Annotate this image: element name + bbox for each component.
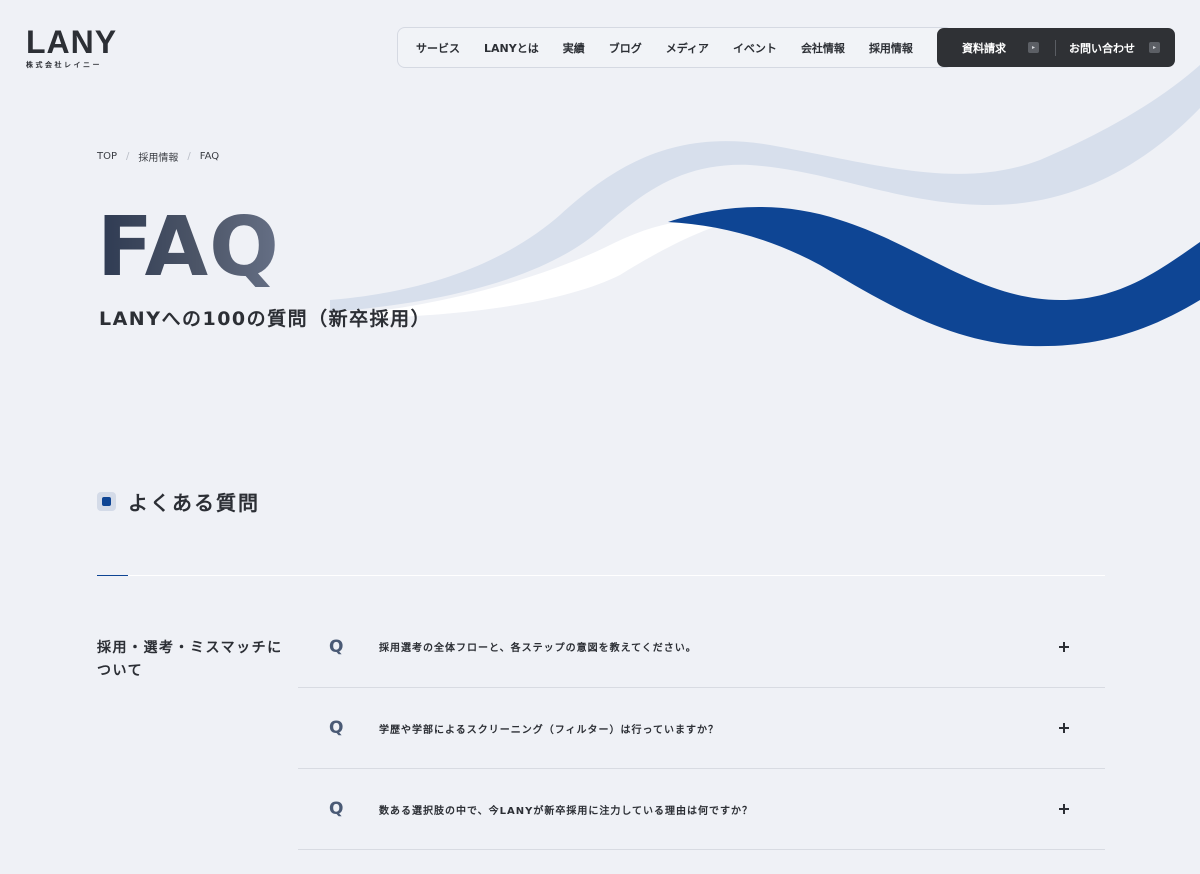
plus-icon[interactable]: [1059, 804, 1069, 814]
cta-group: 資料請求 ▸ お問い合わせ ▸: [937, 28, 1175, 67]
global-nav: サービス LANYとは 実績 ブログ メディア イベント 会社情報 採用情報: [397, 27, 953, 68]
page-subtitle: LANYへの100の質問（新卒採用）: [99, 308, 432, 330]
faq-question: 学歴や学部によるスクリーニング（フィルター）は行っていますか？: [379, 724, 719, 736]
section-heading: よくある質問: [97, 487, 260, 516]
faq-item[interactable]: Q 数ある選択肢の中で、今LANYが新卒採用に注力している理由は何ですか？: [298, 769, 1105, 850]
plus-icon[interactable]: [1059, 723, 1069, 733]
section-divider-accent: [97, 575, 128, 576]
nav-item-works[interactable]: 実績: [563, 40, 585, 56]
breadcrumb-top[interactable]: TOP: [97, 151, 117, 162]
faq-item[interactable]: Q 学歴や学部によるスクリーニング（フィルター）は行っていますか？: [298, 688, 1105, 769]
question-mark-label: Q: [329, 718, 344, 738]
faq-category-title: 採用・選考・ミスマッチについて: [97, 640, 283, 679]
arrow-icon: ▸: [1149, 42, 1160, 53]
arrow-icon: ▸: [1028, 42, 1039, 53]
nav-item-blog[interactable]: ブログ: [609, 40, 642, 56]
contact-button[interactable]: お問い合わせ ▸: [1056, 28, 1160, 67]
question-mark-label: Q: [329, 636, 344, 657]
breadcrumb-current: FAQ: [199, 151, 220, 162]
breadcrumb-recruit[interactable]: 採用情報: [138, 149, 178, 164]
section-divider: [97, 575, 1105, 576]
nav-item-recruit[interactable]: 採用情報: [869, 40, 913, 56]
plus-icon[interactable]: [1059, 641, 1069, 652]
nav-item-about[interactable]: LANYとは: [484, 40, 539, 56]
request-docs-button[interactable]: 資料請求 ▸: [937, 28, 1055, 67]
breadcrumb-separator: /: [126, 151, 130, 162]
breadcrumb: TOP / 採用情報 / FAQ: [97, 149, 219, 164]
nav-item-media[interactable]: メディア: [666, 40, 709, 56]
logo-wordmark: LANY: [26, 24, 118, 60]
wave-light: [330, 65, 1200, 312]
faq-item[interactable]: Q 採用選考の全体フローと、各ステップの意図を教えてください。: [298, 606, 1105, 688]
company-logo[interactable]: LANY 株式会社レイニー: [26, 26, 117, 70]
wave-navy: [668, 207, 1200, 347]
page-title: FAQ: [97, 200, 280, 295]
question-mark-label: Q: [329, 799, 344, 819]
square-bullet-icon: [97, 492, 116, 511]
breadcrumb-separator: /: [187, 151, 191, 162]
faq-question: 数ある選択肢の中で、今LANYが新卒採用に注力している理由は何ですか？: [379, 805, 754, 817]
contact-label: お問い合わせ: [1069, 41, 1135, 55]
nav-item-company[interactable]: 会社情報: [801, 40, 845, 56]
request-docs-label: 資料請求: [962, 41, 1006, 55]
logo-company-name: 株式会社レイニー: [26, 61, 102, 69]
section-title: よくある質問: [128, 491, 260, 515]
nav-item-services[interactable]: サービス: [416, 40, 460, 56]
faq-question: 採用選考の全体フローと、各ステップの意図を教えてください。: [379, 643, 697, 654]
nav-item-events[interactable]: イベント: [733, 40, 777, 56]
faq-list: Q 採用選考の全体フローと、各ステップの意図を教えてください。 Q 学歴や学部に…: [298, 606, 1105, 850]
